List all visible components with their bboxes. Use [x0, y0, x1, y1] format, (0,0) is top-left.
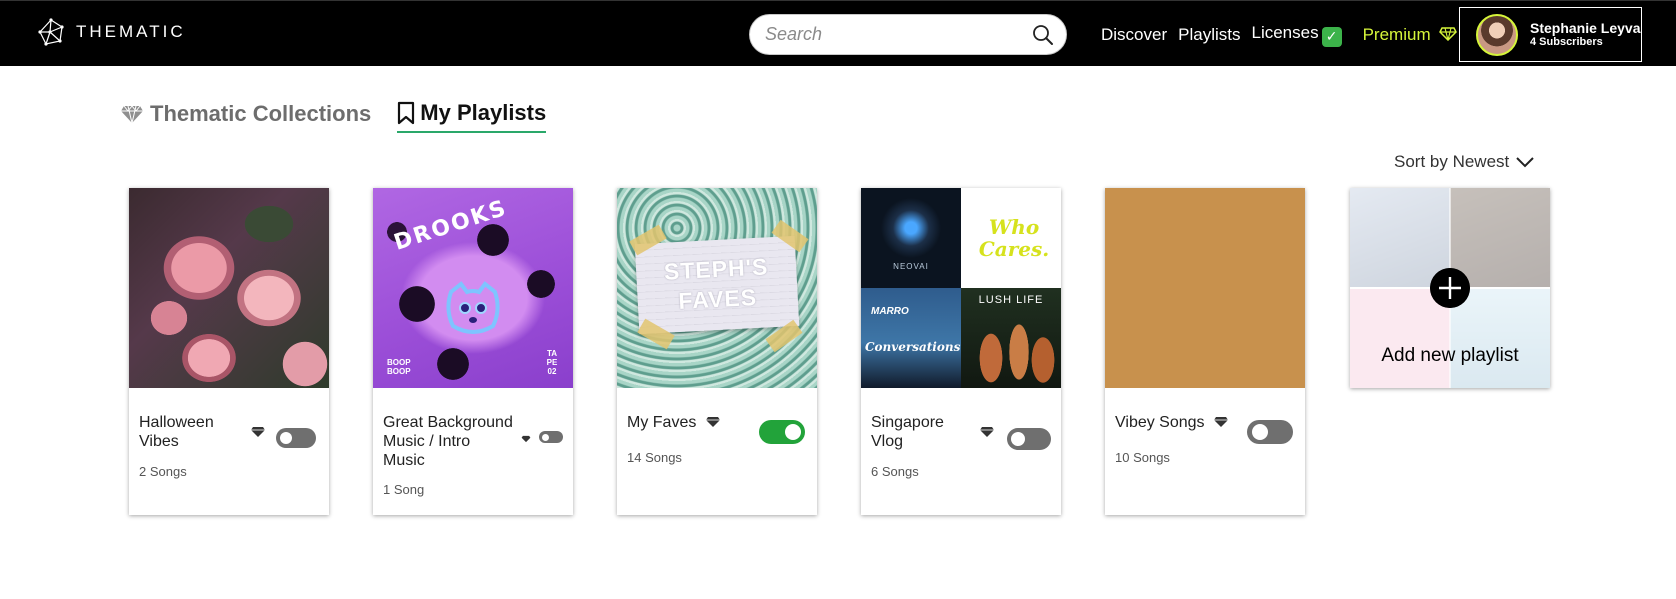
playlist-visibility-toggle[interactable] [1247, 420, 1293, 444]
cover-title-text: DROOKS [391, 195, 511, 256]
playlist-visibility-toggle[interactable] [276, 428, 316, 448]
collection-tabs: Thematic Collections My Playlists [120, 100, 547, 133]
tab-my-playlists[interactable]: My Playlists [397, 100, 547, 133]
plus-icon [1430, 268, 1470, 308]
song-count: 14 Songs [627, 450, 682, 465]
playlist-card-halloween-vibes[interactable]: Halloween Vibes 2 Songs [129, 188, 329, 515]
cover-title-text: LUSH LIFE [978, 294, 1044, 306]
toggle-knob [280, 432, 292, 444]
cover-title-text: Who Cares. [978, 215, 1050, 261]
playlist-title: My Faves [627, 414, 697, 431]
premium-gem-icon [980, 427, 994, 437]
premium-gem-icon [1438, 27, 1457, 41]
bookmark-icon [398, 101, 415, 125]
nav-discover[interactable]: Discover [1101, 25, 1167, 45]
toggle-knob [785, 424, 801, 440]
nav-licenses[interactable]: Licenses ✓ [1251, 23, 1342, 47]
song-count: 6 Songs [871, 464, 919, 479]
playlist-card-my-faves[interactable]: STEPH'S FAVES My Faves 14 Songs [617, 188, 817, 515]
check-icon: ✓ [1321, 26, 1342, 47]
chevron-down-icon [1516, 157, 1534, 168]
sort-dropdown[interactable]: Sort by Newest [1394, 152, 1535, 172]
playlist-cover[interactable]: DROOKS BOOP BOOP TA PE 02 [373, 188, 573, 388]
playlist-card-vibey-songs[interactable]: Vibey Songs 10 Songs [1105, 188, 1305, 515]
playlist-card-singapore-vlog[interactable]: NEOVAI Who Cares. MARRO Conversations LU… [861, 188, 1061, 515]
premium-gem-icon [521, 435, 531, 443]
user-name: Stephanie Leyva [1530, 20, 1641, 36]
mosaic-cover-3: MARRO Conversations [861, 288, 961, 388]
thematic-logo-icon [38, 18, 64, 46]
song-count: 2 Songs [139, 464, 187, 479]
profile-info: Stephanie Leyva 4 Subscribers [1530, 20, 1641, 49]
playlist-cover[interactable] [129, 188, 329, 388]
playlist-cover[interactable]: STEPH'S FAVES [617, 188, 817, 388]
playlist-card-body: My Faves 14 Songs [617, 388, 817, 515]
cat-face-icon [446, 281, 500, 334]
playlist-title: Singapore Vlog [871, 414, 944, 450]
playlist-card-body: Vibey Songs 10 Songs [1105, 388, 1305, 515]
playlist-card-great-background-music[interactable]: DROOKS BOOP BOOP TA PE 02 Great Backgrou… [373, 188, 573, 515]
mosaic-cover-1: NEOVAI [861, 188, 961, 288]
playlist-title: Vibey Songs [1115, 414, 1205, 431]
brand-name: THEMATIC [76, 22, 186, 41]
song-count: 10 Songs [1115, 450, 1170, 465]
cover-tape-text: TA PE 02 [546, 349, 558, 376]
toggle-knob [1252, 424, 1268, 440]
playlist-card-body: Great Background Music / Intro Music 1 S… [373, 388, 573, 515]
tab-my-playlists-label: My Playlists [420, 100, 547, 125]
search-input[interactable] [763, 19, 1032, 50]
premium-gem-icon [1214, 417, 1228, 427]
playlist-title: Great Background Music / Intro Music [383, 414, 513, 469]
avatar [1476, 13, 1518, 56]
playlist-card-body: Halloween Vibes 2 Songs [129, 388, 329, 515]
premium-gem-icon [706, 417, 720, 427]
main-nav: Discover Playlists Licenses ✓ Premium [1101, 23, 1457, 47]
premium-gem-icon [251, 427, 265, 437]
user-profile-button[interactable]: Stephanie Leyva 4 Subscribers [1459, 7, 1642, 62]
sort-label: Sort by Newest [1394, 152, 1510, 171]
playlist-cover[interactable] [1105, 188, 1305, 388]
nav-premium-label: Premium [1362, 24, 1431, 44]
nav-premium[interactable]: Premium [1363, 25, 1457, 45]
search-bar [749, 14, 1067, 55]
nav-licenses-label: Licenses [1251, 23, 1319, 42]
add-new-playlist-button[interactable]: Add new playlist [1350, 188, 1550, 388]
tab-thematic-collections[interactable]: Thematic Collections [120, 101, 371, 132]
brand-logo[interactable]: THEMATIC [36, 17, 186, 47]
nav-playlists[interactable]: Playlists [1178, 25, 1240, 45]
toggle-knob [1011, 432, 1025, 446]
tab-thematic-collections-label: Thematic Collections [150, 101, 372, 126]
playlist-visibility-toggle[interactable] [759, 420, 805, 444]
search-icon[interactable] [1032, 24, 1054, 46]
playlist-visibility-toggle[interactable] [539, 431, 563, 443]
cover-paper: STEPH'S FAVES [634, 235, 800, 335]
playlist-card-body: Singapore Vlog 6 Songs [861, 388, 1061, 515]
mosaic-cover-4: LUSH LIFE [961, 288, 1061, 388]
user-subscribers: 4 Subscribers [1530, 36, 1603, 48]
add-playlist-label: Add new playlist [1381, 345, 1519, 366]
cover-artist-text: NEOVAI [893, 262, 929, 271]
playlist-visibility-toggle[interactable] [1007, 428, 1051, 450]
playlist-title: Halloween Vibes [139, 414, 214, 450]
playlist-cover-mosaic[interactable]: NEOVAI Who Cares. MARRO Conversations LU… [861, 188, 1061, 388]
cover-title-text: Conversations [865, 340, 961, 354]
mosaic-cover-2: Who Cares. [961, 188, 1061, 288]
top-navigation-bar: THEMATIC Discover Playlists Licenses✓ Pr… [0, 0, 1676, 66]
toggle-knob [542, 433, 549, 441]
cover-subtitle-text: BOOP BOOP [387, 358, 411, 376]
song-count: 1 Song [383, 482, 425, 497]
gem-icon [121, 105, 143, 124]
cover-artist-text: MARRO [871, 306, 909, 317]
cover-title-text: STEPH'S FAVES [663, 253, 770, 315]
